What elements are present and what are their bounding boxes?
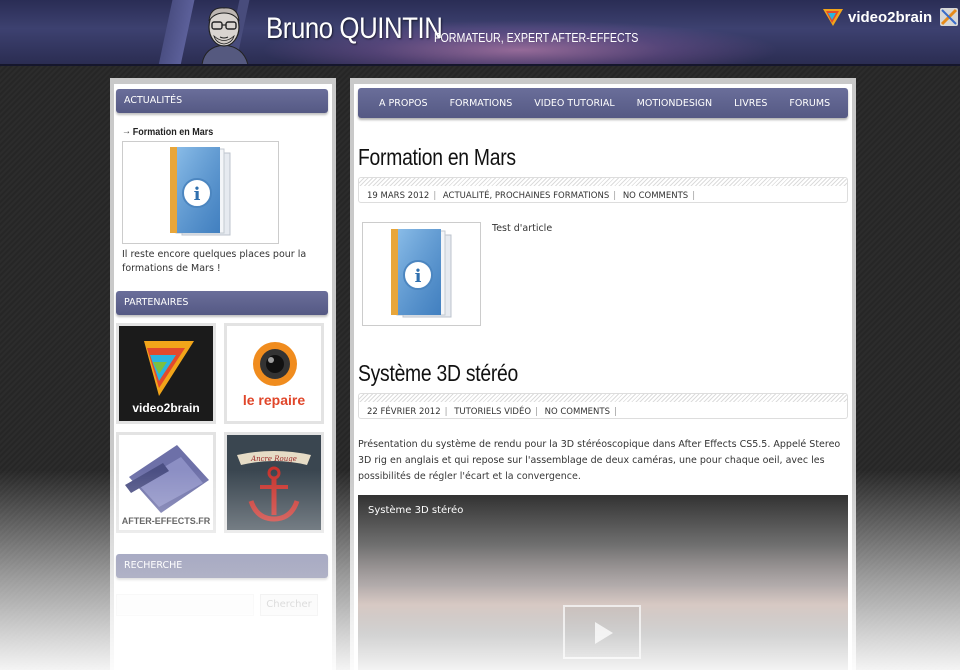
post-categories[interactable]: TUTORIELS VIDÉO — [454, 407, 531, 417]
partner-label: AFTER-EFFECTS.FR — [122, 516, 211, 526]
sidebar: ACTUALITÉS → Formation en Mars i Il reste… — [110, 78, 336, 670]
le-repaire-logo-icon: le repaire — [243, 342, 305, 408]
partner-ancre-rouge[interactable]: Ancre Rouge — [224, 432, 324, 533]
site-header: Bruno QUINTIN FORMATEUR, EXPERT AFTER-EF… — [0, 0, 960, 66]
video-player[interactable]: Système 3D stéréo — [358, 495, 848, 670]
play-button[interactable] — [563, 605, 641, 659]
partner-after-effects-fr[interactable]: AFTER-EFFECTS.FR — [116, 432, 216, 533]
arrow-right-icon: → — [122, 126, 131, 137]
news-widget-title: ACTUALITÉS — [116, 89, 328, 113]
separator: | — [614, 407, 617, 417]
search-button[interactable]: Chercher — [260, 594, 318, 616]
nav-item-video-tutorial[interactable]: VIDEO TUTORIAL — [523, 98, 625, 109]
post-date: 22 FÉVRIER 2012 — [367, 407, 441, 417]
separator: | — [692, 191, 696, 201]
video2brain-brand[interactable]: video2brain — [822, 6, 960, 28]
post-thumbnail[interactable]: i — [362, 222, 481, 326]
news-excerpt: Il reste encore quelques places pour la … — [122, 249, 307, 274]
post-comments[interactable]: NO COMMENTS — [623, 191, 688, 201]
separator: | — [444, 407, 448, 417]
search-input[interactable] — [116, 594, 254, 616]
separator: | — [613, 191, 617, 201]
site-title[interactable]: Bruno QUINTIN — [266, 12, 443, 46]
separator: | — [433, 191, 437, 201]
post-title[interactable]: Système 3D stéréo — [358, 360, 518, 387]
tools-icon — [940, 8, 959, 26]
news-link-label: Formation en Mars — [132, 127, 214, 138]
post-excerpt: Test d'article — [492, 223, 553, 234]
post-categories[interactable]: ACTUALITÉ, PROCHAINES FORMATIONS — [443, 191, 609, 201]
post-comments[interactable]: NO COMMENTS — [545, 407, 610, 417]
news-link[interactable]: → Formation en Mars — [122, 126, 328, 138]
anchor-icon: Ancre Rouge — [237, 451, 311, 522]
video2brain-logo-icon — [823, 9, 843, 26]
nav-item-formations[interactable]: FORMATIONS — [439, 98, 524, 109]
partner-le-repaire[interactable]: le repaire — [224, 323, 324, 424]
post-meta: 19 MARS 2012 | ACTUALITÉ, PROCHAINES FORM… — [358, 177, 848, 203]
meta-band — [359, 394, 847, 402]
search-widget-title: RECHERCHE — [116, 554, 328, 578]
separator: | — [535, 407, 538, 417]
partner-video2brain[interactable]: video2brain — [116, 323, 216, 424]
site-tagline: FORMATEUR, EXPERT AFTER-EFFECTS — [434, 30, 639, 45]
brand-text: video2brain — [848, 8, 933, 26]
partner-label: Ancre Rouge — [250, 455, 297, 463]
post-date: 19 MARS 2012 — [367, 191, 430, 201]
news-thumbnail[interactable]: i — [122, 141, 279, 244]
main-content: A PROPOS FORMATIONS VIDEO TUTORIAL MOTIO… — [350, 78, 856, 670]
nav-item-motiondesign[interactable]: MOTIONDESIGN — [626, 98, 723, 109]
info-document-icon: i — [390, 228, 451, 317]
video-title: Système 3D stéréo — [368, 505, 464, 516]
video2brain-partner-logo-icon: video2brain — [132, 341, 200, 415]
partners-widget-title: PARTENAIRES — [116, 291, 328, 315]
partner-label: video2brain — [132, 401, 199, 415]
info-document-icon: i — [169, 147, 230, 236]
news-widget: ACTUALITÉS → Formation en Mars i Il reste… — [116, 89, 328, 276]
meta-band — [359, 178, 847, 186]
partner-label: le repaire — [243, 392, 305, 408]
nav-item-a-propos[interactable]: A PROPOS — [368, 98, 439, 109]
after-effects-fr-logo-icon: AFTER-EFFECTS.FR — [122, 445, 211, 526]
nav-item-forums[interactable]: FORUMS — [778, 98, 841, 109]
search-widget: RECHERCHE Chercher — [116, 554, 328, 616]
post-meta: 22 FÉVRIER 2012 | TUTORIELS VIDÉO | NO COM… — [358, 393, 848, 419]
post-excerpt: Présentation du système de rendu pour la… — [358, 439, 841, 482]
post-title[interactable]: Formation en Mars — [358, 144, 516, 171]
partners-grid: video2brain le repaire AFTER-EFFECTS.FR — [116, 323, 328, 533]
svg-text:i: i — [414, 266, 421, 287]
svg-text:i: i — [193, 184, 200, 205]
search-form: Chercher — [116, 594, 328, 616]
header-stripe — [155, 0, 197, 64]
partners-widget: PARTENAIRES video2brain le repaire AFTER… — [116, 291, 328, 533]
avatar — [201, 7, 249, 64]
main-nav: A PROPOS FORMATIONS VIDEO TUTORIAL MOTIO… — [358, 88, 848, 118]
nav-item-livres[interactable]: LIVRES — [723, 98, 778, 109]
